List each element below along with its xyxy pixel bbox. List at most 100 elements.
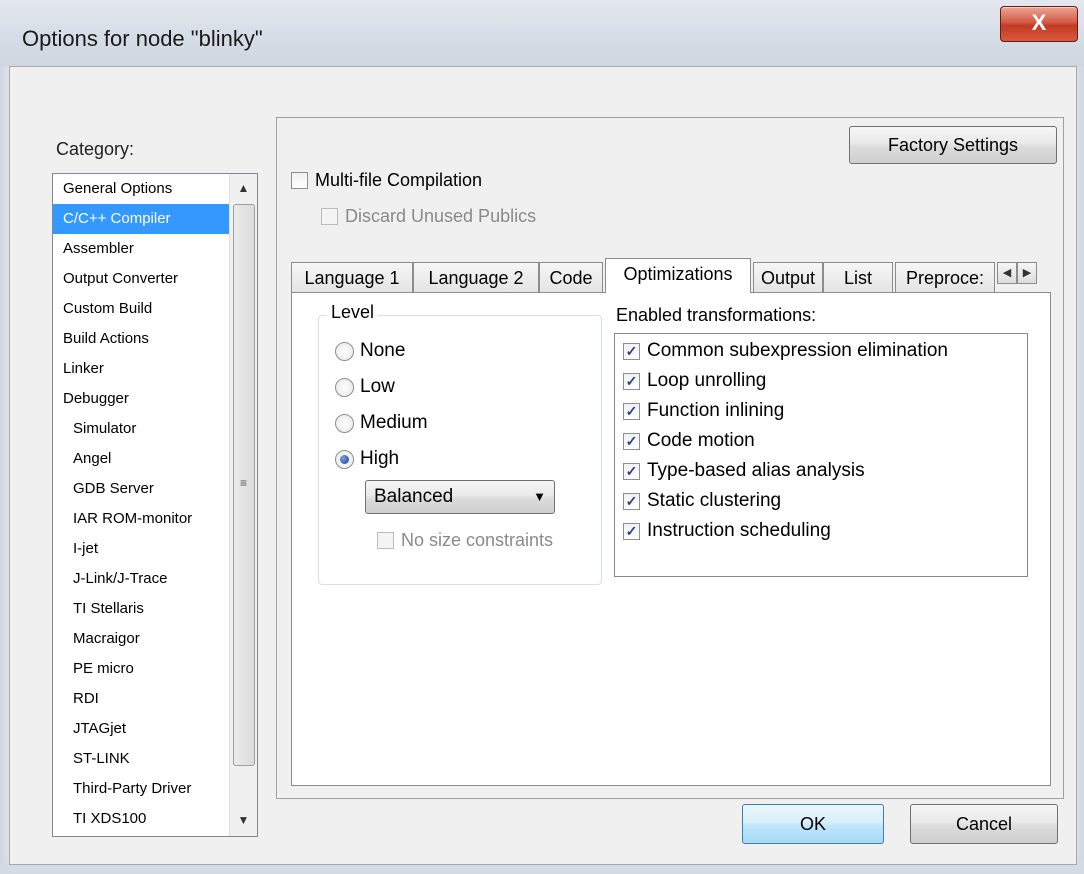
options-panel: Factory Settings Multi-file Compilation …: [276, 117, 1064, 799]
window-title: Options for node "blinky": [22, 26, 263, 51]
transform-label: Code motion: [647, 430, 755, 451]
transform-label: Common subexpression elimination: [647, 340, 948, 361]
radio-low-label: Low: [360, 376, 395, 397]
category-item[interactable]: I-jet: [53, 534, 229, 564]
category-item[interactable]: Custom Build: [53, 294, 229, 324]
discard-checkbox: [321, 208, 338, 225]
check-icon[interactable]: ✓: [623, 402, 640, 420]
radio-medium[interactable]: [335, 413, 354, 433]
category-item[interactable]: TI Stellaris: [53, 594, 229, 624]
transform-item[interactable]: ✓ Common subexpression elimination: [623, 340, 948, 362]
category-items: General Options C/C++ Compiler Assembler Ou…: [53, 174, 229, 834]
tab-scroll-right-icon[interactable]: ▶: [1017, 262, 1037, 284]
tab-scroll-left-icon[interactable]: ◀: [997, 262, 1017, 284]
transform-label: Instruction scheduling: [647, 520, 831, 541]
optimizations-page: Level None Low Medium High Balanced ▼ No…: [291, 292, 1051, 786]
discard-unused-publics-option: Discard Unused Publics: [321, 206, 536, 227]
tab-output[interactable]: Output: [753, 262, 823, 292]
transform-label: Function inlining: [647, 400, 785, 421]
cancel-button[interactable]: Cancel: [910, 804, 1058, 844]
category-item[interactable]: JTAGjet: [53, 714, 229, 744]
transform-label: Type-based alias analysis: [647, 460, 865, 481]
multifile-compilation-option[interactable]: Multi-file Compilation: [291, 170, 482, 191]
category-item[interactable]: RDI: [53, 684, 229, 714]
transformations-list: ✓ Common subexpression elimination ✓ Loop …: [614, 333, 1028, 577]
title-bar[interactable]: Options for node "blinky" X: [0, 0, 1084, 66]
tab-strip: Language 1 Language 2 Code Optimizations…: [291, 258, 1063, 293]
level-legend: Level: [327, 302, 379, 323]
category-item[interactable]: IAR ROM-monitor: [53, 504, 229, 534]
tab-preprocessor[interactable]: Preproce:: [895, 262, 995, 292]
category-list[interactable]: General Options C/C++ Compiler Assembler Ou…: [52, 173, 258, 837]
category-scrollbar[interactable]: ▲ ≡ ▼: [229, 174, 257, 836]
category-label: Category:: [56, 139, 135, 159]
check-icon[interactable]: ✓: [623, 432, 640, 450]
no-size-constraints-checkbox: [377, 532, 394, 549]
strategy-dropdown[interactable]: Balanced ▼: [365, 480, 555, 514]
discard-label: Discard Unused Publics: [345, 206, 537, 226]
transform-item[interactable]: ✓ Function inlining: [623, 400, 784, 422]
tab-language-2[interactable]: Language 2: [413, 262, 539, 292]
tab-language-1[interactable]: Language 1: [291, 262, 413, 292]
enabled-transformations-label: Enabled transformations:: [616, 305, 817, 325]
radio-none-label: None: [360, 340, 406, 361]
radio-high-label: High: [360, 448, 400, 469]
category-item[interactable]: C/C++ Compiler: [53, 204, 229, 234]
ok-button[interactable]: OK: [742, 804, 884, 844]
level-group: Level None Low Medium High Balanced ▼ No…: [318, 302, 602, 585]
level-low-option[interactable]: Low: [335, 376, 395, 398]
transform-item[interactable]: ✓ Code motion: [623, 430, 755, 452]
multifile-label: Multi-file Compilation: [315, 170, 483, 190]
level-medium-option[interactable]: Medium: [335, 412, 428, 434]
close-icon: X: [1031, 10, 1047, 35]
category-item[interactable]: TI XDS100: [53, 804, 229, 834]
check-icon[interactable]: ✓: [623, 372, 640, 390]
no-size-constraints-label: No size constraints: [401, 530, 554, 550]
check-icon[interactable]: ✓: [623, 522, 640, 540]
category-item[interactable]: J-Link/J-Trace: [53, 564, 229, 594]
check-icon[interactable]: ✓: [623, 492, 640, 510]
check-icon[interactable]: ✓: [623, 462, 640, 480]
tab-list[interactable]: List: [823, 262, 893, 292]
strategy-value: Balanced: [374, 486, 454, 507]
tab-optimizations[interactable]: Optimizations: [605, 258, 751, 293]
radio-high[interactable]: [335, 449, 354, 469]
category-item[interactable]: ST-LINK: [53, 744, 229, 774]
no-size-constraints-option: No size constraints: [377, 530, 553, 551]
scroll-up-icon[interactable]: ▲: [230, 174, 257, 202]
tab-code[interactable]: Code: [539, 262, 603, 292]
transform-item[interactable]: ✓ Static clustering: [623, 490, 781, 512]
category-item[interactable]: Debugger: [53, 384, 229, 414]
grip-icon: ≡: [240, 476, 248, 490]
category-item[interactable]: General Options: [53, 174, 229, 204]
category-item[interactable]: Output Converter: [53, 264, 229, 294]
category-item[interactable]: Linker: [53, 354, 229, 384]
scroll-thumb[interactable]: ≡: [233, 204, 255, 766]
close-button[interactable]: X: [1000, 6, 1078, 42]
category-item[interactable]: Third-Party Driver: [53, 774, 229, 804]
category-item[interactable]: GDB Server: [53, 474, 229, 504]
level-high-option[interactable]: High: [335, 448, 399, 470]
radio-none[interactable]: [335, 341, 354, 361]
check-icon[interactable]: ✓: [623, 342, 640, 360]
transform-item[interactable]: ✓ Type-based alias analysis: [623, 460, 865, 482]
transform-item[interactable]: ✓ Instruction scheduling: [623, 520, 831, 542]
category-item[interactable]: Build Actions: [53, 324, 229, 354]
category-item[interactable]: Macraigor: [53, 624, 229, 654]
category-item[interactable]: Angel: [53, 444, 229, 474]
dialog-client-area: Category: General Options C/C++ Compiler A…: [9, 66, 1077, 865]
transform-label: Static clustering: [647, 490, 782, 511]
level-none-option[interactable]: None: [335, 340, 405, 362]
factory-settings-button[interactable]: Factory Settings: [849, 126, 1057, 164]
transform-item[interactable]: ✓ Loop unrolling: [623, 370, 766, 392]
category-item[interactable]: PE micro: [53, 654, 229, 684]
window-frame-left: [0, 0, 9, 874]
multifile-checkbox[interactable]: [291, 172, 308, 189]
category-item[interactable]: Simulator: [53, 414, 229, 444]
radio-low[interactable]: [335, 377, 354, 397]
scroll-down-icon[interactable]: ▼: [230, 806, 257, 834]
transform-label: Loop unrolling: [647, 370, 767, 391]
chevron-down-icon: ▼: [533, 489, 546, 504]
category-item[interactable]: Assembler: [53, 234, 229, 264]
radio-medium-label: Medium: [360, 412, 428, 433]
